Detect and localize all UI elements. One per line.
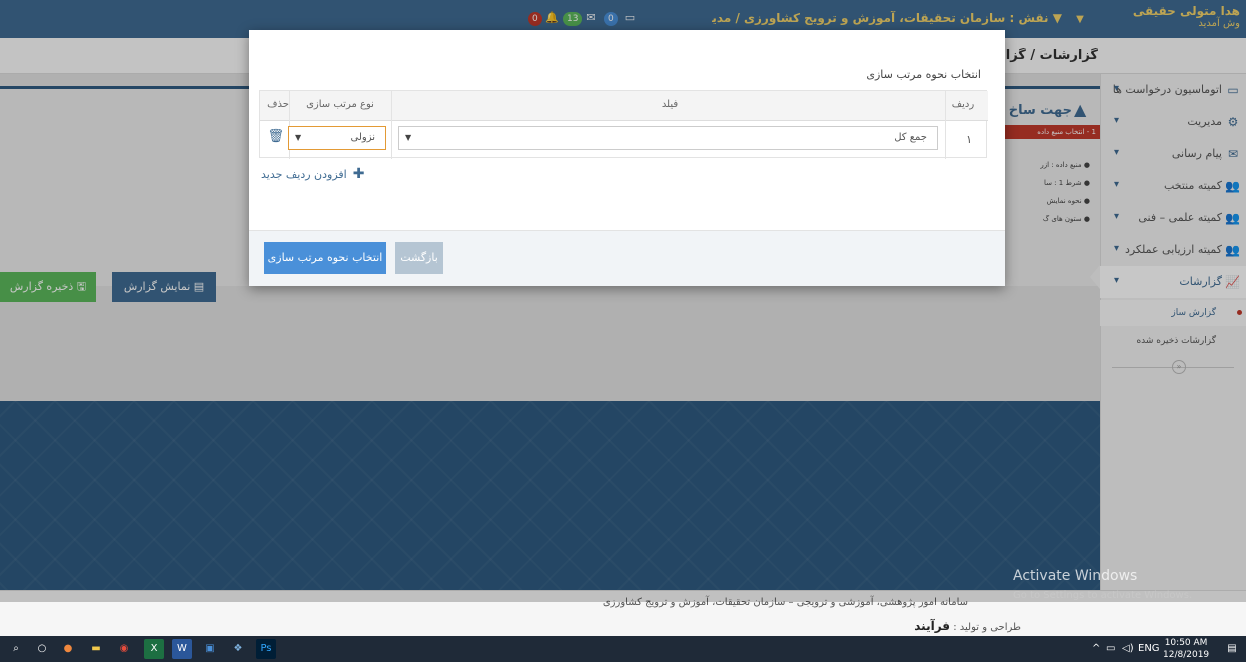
column-sort-type: نوع مرتب سازی xyxy=(306,99,374,110)
clock-date: 12/8/2019 xyxy=(1163,650,1210,660)
sort-type-select[interactable]: نزولی ▼ xyxy=(288,126,386,150)
clock[interactable]: 10:50 AM 12/8/2019 xyxy=(1163,637,1209,661)
activation-watermark-title: Activate Windows xyxy=(1013,568,1138,584)
tray-chevron-icon[interactable]: ^ xyxy=(1092,643,1100,654)
column-field: فیلد xyxy=(661,99,679,110)
file-explorer-icon[interactable]: ▬ xyxy=(86,639,106,659)
caret-down-icon: ▼ xyxy=(405,133,412,142)
footer-credit: طراحی و تولید : فرآیند xyxy=(914,619,1021,633)
back-button[interactable]: بازگشت xyxy=(395,242,443,274)
trash-icon[interactable]: 🗑 xyxy=(267,129,284,145)
sort-table: ردیف فیلد نوع مرتب سازی حذف ۱ جمع کل ▼ ن… xyxy=(259,90,988,159)
volume-icon[interactable]: ◁) xyxy=(1122,643,1134,654)
outlook-icon[interactable]: ▣ xyxy=(200,639,220,659)
dialog-footer: انتخاب نحوه مرتب سازی بازگشت xyxy=(249,230,1005,286)
add-row-label: افزودن ردیف جدید xyxy=(261,168,347,181)
excel-icon[interactable]: X xyxy=(144,639,164,659)
column-divider xyxy=(391,91,392,159)
caret-down-icon: ▼ xyxy=(295,133,302,142)
footer-credit-prefix: طراحی و تولید : xyxy=(953,622,1021,633)
row-index: ۱ xyxy=(966,133,972,146)
field-select[interactable]: جمع کل ▼ xyxy=(398,126,938,150)
clock-time: 10:50 AM xyxy=(1164,638,1208,648)
table-header: ردیف فیلد نوع مرتب سازی حذف xyxy=(260,91,988,121)
sort-order-dialog: انتخاب نحوه مرتب سازی ردیف فیلد نوع مرتب… xyxy=(249,30,1005,286)
footer-brand: فرآیند xyxy=(914,619,951,633)
network-app-icon[interactable]: ❖ xyxy=(228,639,248,659)
column-divider xyxy=(945,91,946,159)
word-icon[interactable]: W xyxy=(172,639,192,659)
search-icon[interactable]: ⌕ xyxy=(6,639,26,659)
input-language[interactable]: ENG xyxy=(1138,643,1160,654)
column-row: ردیف xyxy=(951,99,975,110)
add-row-button[interactable]: ✚ افزودن ردیف جدید xyxy=(261,166,364,182)
photoshop-icon[interactable]: Ps xyxy=(256,639,276,659)
cortana-icon[interactable]: ○ xyxy=(32,639,52,659)
notification-icon[interactable]: ▤ xyxy=(1222,639,1242,659)
plus-icon: ✚ xyxy=(352,166,365,182)
network-icon[interactable]: ▭ xyxy=(1106,643,1115,654)
activation-watermark-sub: Go to Settings to activate Windows. xyxy=(1013,590,1193,601)
firefox-icon[interactable]: ● xyxy=(58,639,78,659)
select-sort-order-button[interactable]: انتخاب نحوه مرتب سازی xyxy=(264,242,386,274)
windows-taskbar: ⌕ ○ ● ▬ ◉ X W ▣ ❖ Ps ^ ▭ ◁) ENG 10:50 AM… xyxy=(0,636,1246,662)
field-select-value: جمع کل xyxy=(894,132,927,143)
sort-type-select-value: نزولی xyxy=(350,132,375,143)
chrome-icon[interactable]: ◉ xyxy=(114,639,134,659)
dialog-title: انتخاب نحوه مرتب سازی xyxy=(866,68,981,81)
